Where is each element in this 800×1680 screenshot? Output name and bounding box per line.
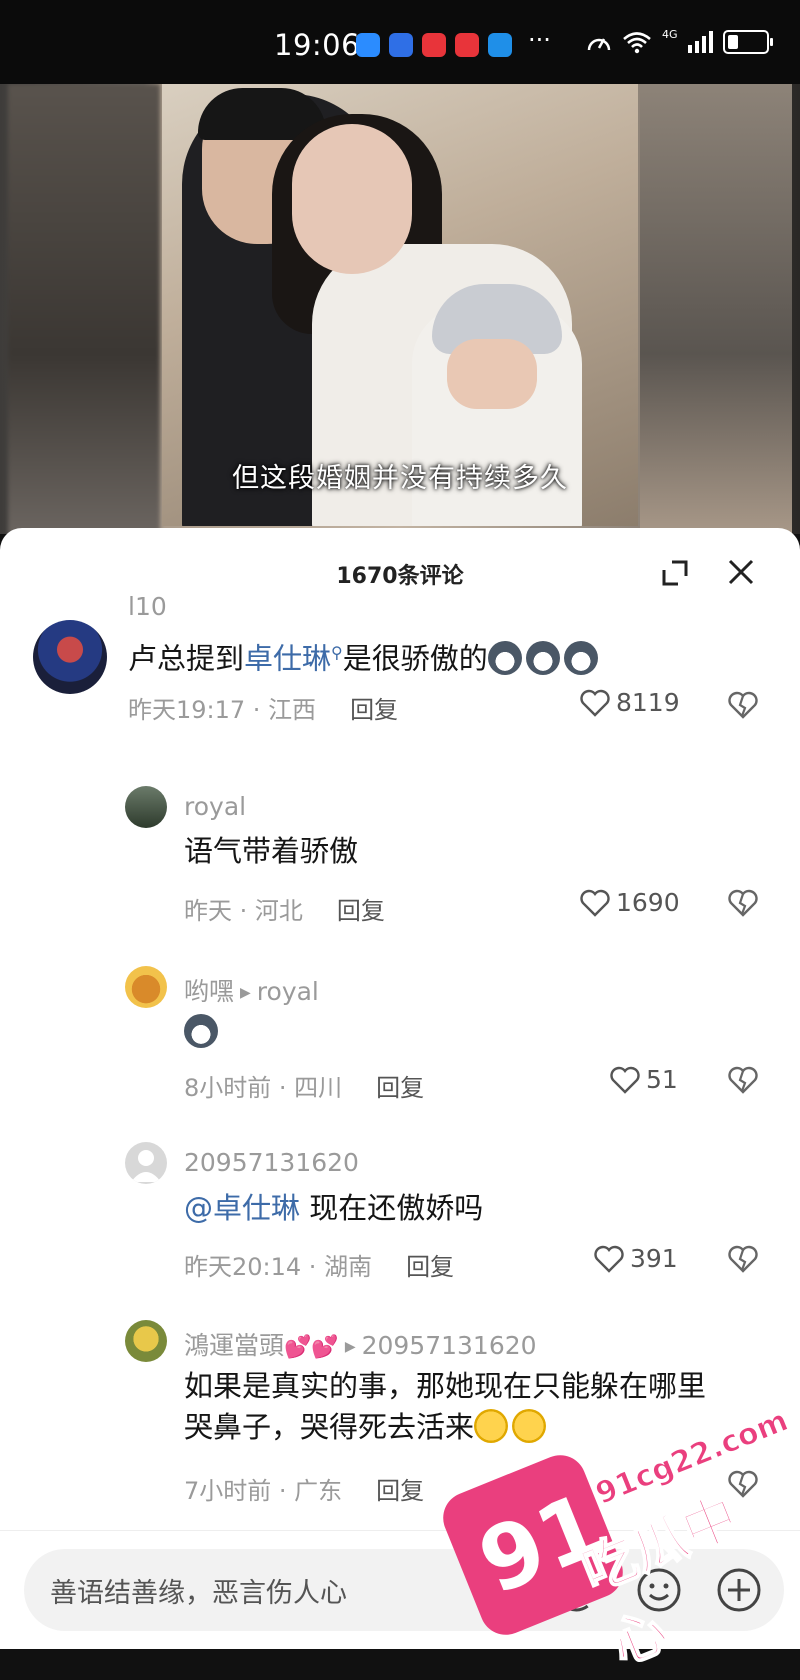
comment-time: 昨天 bbox=[184, 897, 232, 925]
more-notifications-icon: ··· bbox=[528, 26, 551, 54]
comment-username[interactable]: 哟嘿 ▶ royal bbox=[184, 972, 319, 1008]
comment-username[interactable]: 鴻運當頭💕💕 ▶ 20957131620 bbox=[184, 1326, 537, 1362]
heart-icon bbox=[610, 1066, 640, 1094]
like-button[interactable]: 51 bbox=[610, 1065, 678, 1094]
message-app-icon bbox=[356, 33, 380, 57]
like-button[interactable]: 391 bbox=[594, 1244, 678, 1273]
reply-button[interactable]: 回复 bbox=[376, 1074, 424, 1102]
browser-app-icon bbox=[488, 33, 512, 57]
status-right: 4G bbox=[586, 27, 773, 54]
comment-text: @卓仕琳 现在还傲娇吗 bbox=[184, 1191, 484, 1225]
dislike-icon[interactable] bbox=[728, 690, 758, 720]
wifi-icon bbox=[623, 32, 651, 54]
dislike-icon[interactable] bbox=[728, 1244, 758, 1274]
comment-meta: 8小时前 · 四川 回复 bbox=[184, 1074, 425, 1102]
reply-arrow-icon: ▶ bbox=[344, 1339, 356, 1355]
notification-icons bbox=[356, 33, 512, 57]
mention-link[interactable]: 卓仕琳 bbox=[244, 642, 331, 676]
heart-icon bbox=[594, 1245, 624, 1273]
wireless-app-icon bbox=[389, 33, 413, 57]
reply-button[interactable]: 回复 bbox=[376, 1477, 424, 1505]
comment-time: 7小时前 bbox=[184, 1477, 272, 1505]
wolf-emoji bbox=[525, 640, 560, 675]
like-button[interactable]: 8119 bbox=[580, 688, 680, 717]
like-button[interactable]: 1690 bbox=[580, 888, 680, 917]
watermark-logo: 91 91cg22.com 吃瓜中心 bbox=[435, 1400, 800, 1678]
reply-to-username[interactable]: 20957131620 bbox=[362, 1331, 537, 1360]
like-count: 1690 bbox=[616, 888, 680, 917]
comment-username[interactable]: 20957131620 bbox=[184, 1148, 359, 1177]
avatar[interactable] bbox=[33, 620, 107, 694]
reply-button[interactable]: 回复 bbox=[337, 897, 385, 925]
network-type: 4G bbox=[662, 27, 678, 41]
comment-time: 昨天20:14 bbox=[184, 1253, 302, 1281]
search-icon[interactable]: ⚲ bbox=[331, 643, 343, 662]
comment-location: 广东 bbox=[294, 1477, 343, 1505]
comment-location: 四川 bbox=[294, 1074, 343, 1102]
comment-meta: 昨天 · 河北 回复 bbox=[184, 897, 385, 925]
hearts-emoji: 💕💕 bbox=[284, 1335, 339, 1360]
reply-button[interactable]: 回复 bbox=[350, 696, 398, 724]
avatar[interactable] bbox=[125, 1320, 167, 1362]
comment-location: 湖南 bbox=[324, 1253, 373, 1281]
comment-input-placeholder: 善语结善缘，恶言伤人心 bbox=[50, 1578, 347, 1609]
avatar[interactable] bbox=[125, 966, 167, 1008]
comment-time: 昨天19:17 bbox=[128, 696, 246, 724]
status-time: 19:06 bbox=[274, 28, 361, 62]
comment-location: 河北 bbox=[254, 897, 303, 925]
video-face-woman bbox=[292, 124, 412, 274]
battery-icon bbox=[722, 30, 773, 54]
close-icon[interactable] bbox=[727, 558, 755, 586]
comment-username[interactable]: royal bbox=[184, 792, 246, 821]
shop-app-icon-2 bbox=[455, 33, 479, 57]
like-count: 8119 bbox=[616, 688, 680, 717]
comment-meta: 昨天20:14 · 湖南 回复 bbox=[184, 1253, 455, 1281]
signal-icon bbox=[687, 31, 713, 53]
comment-location: 江西 bbox=[268, 696, 317, 724]
reply-to-username[interactable]: royal bbox=[257, 977, 319, 1006]
expand-icon[interactable] bbox=[660, 558, 690, 588]
speed-icon bbox=[587, 38, 611, 51]
comment-text: 卢总提到卓仕琳⚲是很骄傲的 bbox=[128, 632, 602, 680]
like-count: 391 bbox=[630, 1244, 678, 1273]
reply-button[interactable]: 回复 bbox=[406, 1253, 454, 1281]
status-bar: 19:06 ··· 4G bbox=[0, 0, 800, 84]
dislike-icon[interactable] bbox=[728, 1065, 758, 1095]
comment-text bbox=[184, 1012, 222, 1053]
reply-arrow-icon: ▶ bbox=[240, 985, 251, 1001]
wolf-emoji bbox=[184, 1014, 218, 1048]
like-count: 51 bbox=[646, 1065, 678, 1094]
avatar[interactable] bbox=[125, 786, 167, 828]
shop-app-icon bbox=[422, 33, 446, 57]
mention-link[interactable]: @卓仕琳 bbox=[184, 1191, 300, 1225]
comment-username[interactable]: l10 bbox=[128, 592, 167, 621]
avatar[interactable] bbox=[125, 1142, 167, 1184]
comment-time: 8小时前 bbox=[184, 1074, 272, 1102]
dislike-icon[interactable] bbox=[728, 888, 758, 918]
video-player[interactable]: 但这段婚姻并没有持续多久 bbox=[0, 84, 800, 534]
comment-meta: 7小时前 · 广东 回复 bbox=[184, 1477, 425, 1505]
default-avatar-icon bbox=[131, 1150, 161, 1182]
heart-icon bbox=[580, 889, 610, 917]
heart-icon bbox=[580, 689, 610, 717]
video-subtitle: 但这段婚姻并没有持续多久 bbox=[232, 463, 568, 494]
comment-text: 语气带着骄傲 bbox=[184, 834, 359, 868]
wolf-emoji bbox=[563, 640, 598, 675]
comment-meta: 昨天19:17 · 江西 回复 bbox=[128, 696, 399, 724]
wolf-emoji bbox=[487, 640, 522, 675]
